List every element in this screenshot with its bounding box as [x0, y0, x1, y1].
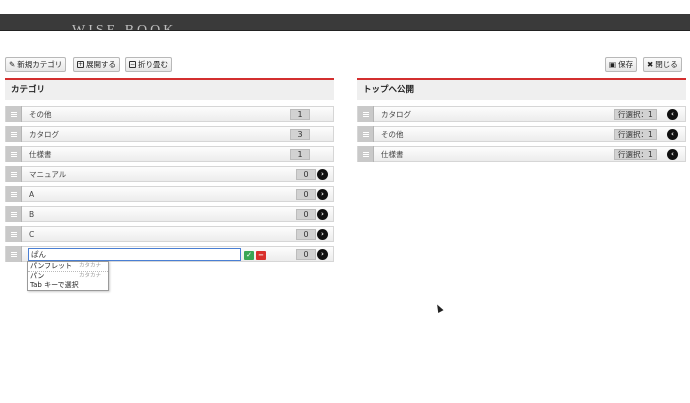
category-row-label: 仕様書 [29, 149, 52, 159]
chevron-circle-left-icon[interactable]: ‹ [667, 149, 678, 160]
ime-candidate-text: パン [30, 271, 45, 280]
drag-handle-icon[interactable] [358, 126, 374, 142]
drag-handle-icon[interactable] [6, 106, 22, 122]
category-row[interactable]: その他 1 [5, 106, 334, 122]
save-label: 保存 [618, 60, 634, 69]
ime-candidate[interactable]: パン カタカナ [28, 272, 108, 282]
drag-handle-icon[interactable] [6, 126, 22, 142]
ime-candidate-text: パンフレット [30, 262, 73, 270]
close-button[interactable]: ✖ 閉じる [643, 57, 682, 72]
category-count: 1 [290, 109, 310, 120]
chevron-circle-left-icon[interactable]: ‹ [667, 109, 678, 120]
category-row[interactable]: A 0 › [5, 186, 334, 202]
drag-handle-icon[interactable] [358, 106, 374, 122]
cancel-minus-icon[interactable]: − [256, 251, 266, 260]
drag-handle-icon[interactable] [6, 186, 22, 202]
confirm-check-icon[interactable]: ✓ [244, 251, 254, 260]
publish-panel-title: トップへ公開 [363, 85, 415, 95]
category-row[interactable]: 仕様書 1 [5, 146, 334, 162]
chevron-circle-right-icon[interactable]: › [317, 209, 328, 220]
drag-handle-icon[interactable] [6, 246, 22, 262]
drag-handle-icon[interactable] [358, 146, 374, 162]
category-row-label: B [29, 209, 35, 219]
ime-candidate-kind: カタカナ [79, 272, 102, 279]
app-logo: WISE BOOK [72, 23, 177, 31]
chevron-circle-right-icon[interactable]: › [317, 189, 328, 200]
ime-candidate[interactable]: パンフレット カタカナ [28, 262, 108, 272]
chevron-circle-right-icon[interactable]: › [317, 249, 328, 260]
plus-box-icon: + [77, 61, 84, 68]
minus-box-icon: − [129, 61, 136, 68]
drag-handle-icon[interactable] [6, 146, 22, 162]
category-row[interactable]: カタログ 3 [5, 126, 334, 142]
drag-handle-icon[interactable] [6, 206, 22, 222]
row-select-badge: 行選択：1 [614, 129, 657, 140]
pencil-icon: ✎ [9, 60, 16, 69]
ime-hint: Tab キーで選択 [30, 281, 79, 289]
publish-row[interactable]: カタログ 行選択：1 ‹ [357, 106, 686, 122]
collapse-label: 折り畳む [138, 60, 168, 69]
category-row[interactable]: C 0 › [5, 226, 334, 242]
category-count: 0 [296, 169, 316, 180]
category-row[interactable]: B 0 › [5, 206, 334, 222]
close-circle-icon: ✖ [647, 60, 654, 69]
category-count: 0 [296, 229, 316, 240]
category-name-input[interactable] [28, 248, 241, 261]
floppy-disk-icon: ▣ [609, 60, 617, 69]
category-row-label: C [29, 229, 35, 239]
expand-label: 展開する [86, 60, 116, 69]
category-count: 1 [290, 149, 310, 160]
chevron-circle-left-icon[interactable]: ‹ [667, 129, 678, 140]
row-select-badge: 行選択：1 [614, 109, 657, 120]
category-panel-header: カテゴリ [5, 78, 334, 100]
category-row-label: カタログ [29, 129, 59, 139]
category-row-label: その他 [29, 109, 52, 119]
mouse-pointer-icon [434, 303, 444, 313]
drag-handle-icon[interactable] [6, 166, 22, 182]
close-label: 閉じる [655, 60, 678, 69]
chevron-circle-right-icon[interactable]: › [317, 169, 328, 180]
row-select-badge: 行選択：1 [614, 149, 657, 160]
category-count: 0 [296, 249, 316, 260]
chevron-circle-right-icon[interactable]: › [317, 229, 328, 240]
expand-button[interactable]: + 展開する [73, 57, 120, 72]
new-category-label: 新規カテゴリ [17, 60, 63, 69]
publish-row[interactable]: 仕様書 行選択：1 ‹ [357, 146, 686, 162]
category-count: 0 [296, 189, 316, 200]
category-row[interactable]: マニュアル 0 › [5, 166, 334, 182]
publish-panel-header: トップへ公開 [357, 78, 686, 100]
category-row-label: マニュアル [29, 169, 67, 179]
publish-row[interactable]: その他 行選択：1 ‹ [357, 126, 686, 142]
collapse-button[interactable]: − 折り畳む [125, 57, 172, 72]
drag-handle-icon[interactable] [6, 226, 22, 242]
ime-candidate-popup: パンフレット カタカナ パン カタカナ Tab キーで選択 [27, 261, 109, 291]
category-count: 0 [296, 209, 316, 220]
ime-candidate-kind: カタカナ [79, 263, 102, 269]
category-row-label: A [29, 189, 35, 199]
category-count: 3 [290, 129, 310, 140]
category-panel-title: カテゴリ [11, 85, 46, 95]
new-category-button[interactable]: ✎ 新規カテゴリ [5, 57, 67, 72]
save-button[interactable]: ▣ 保存 [605, 57, 638, 72]
app-header: WISE BOOK [0, 14, 690, 31]
